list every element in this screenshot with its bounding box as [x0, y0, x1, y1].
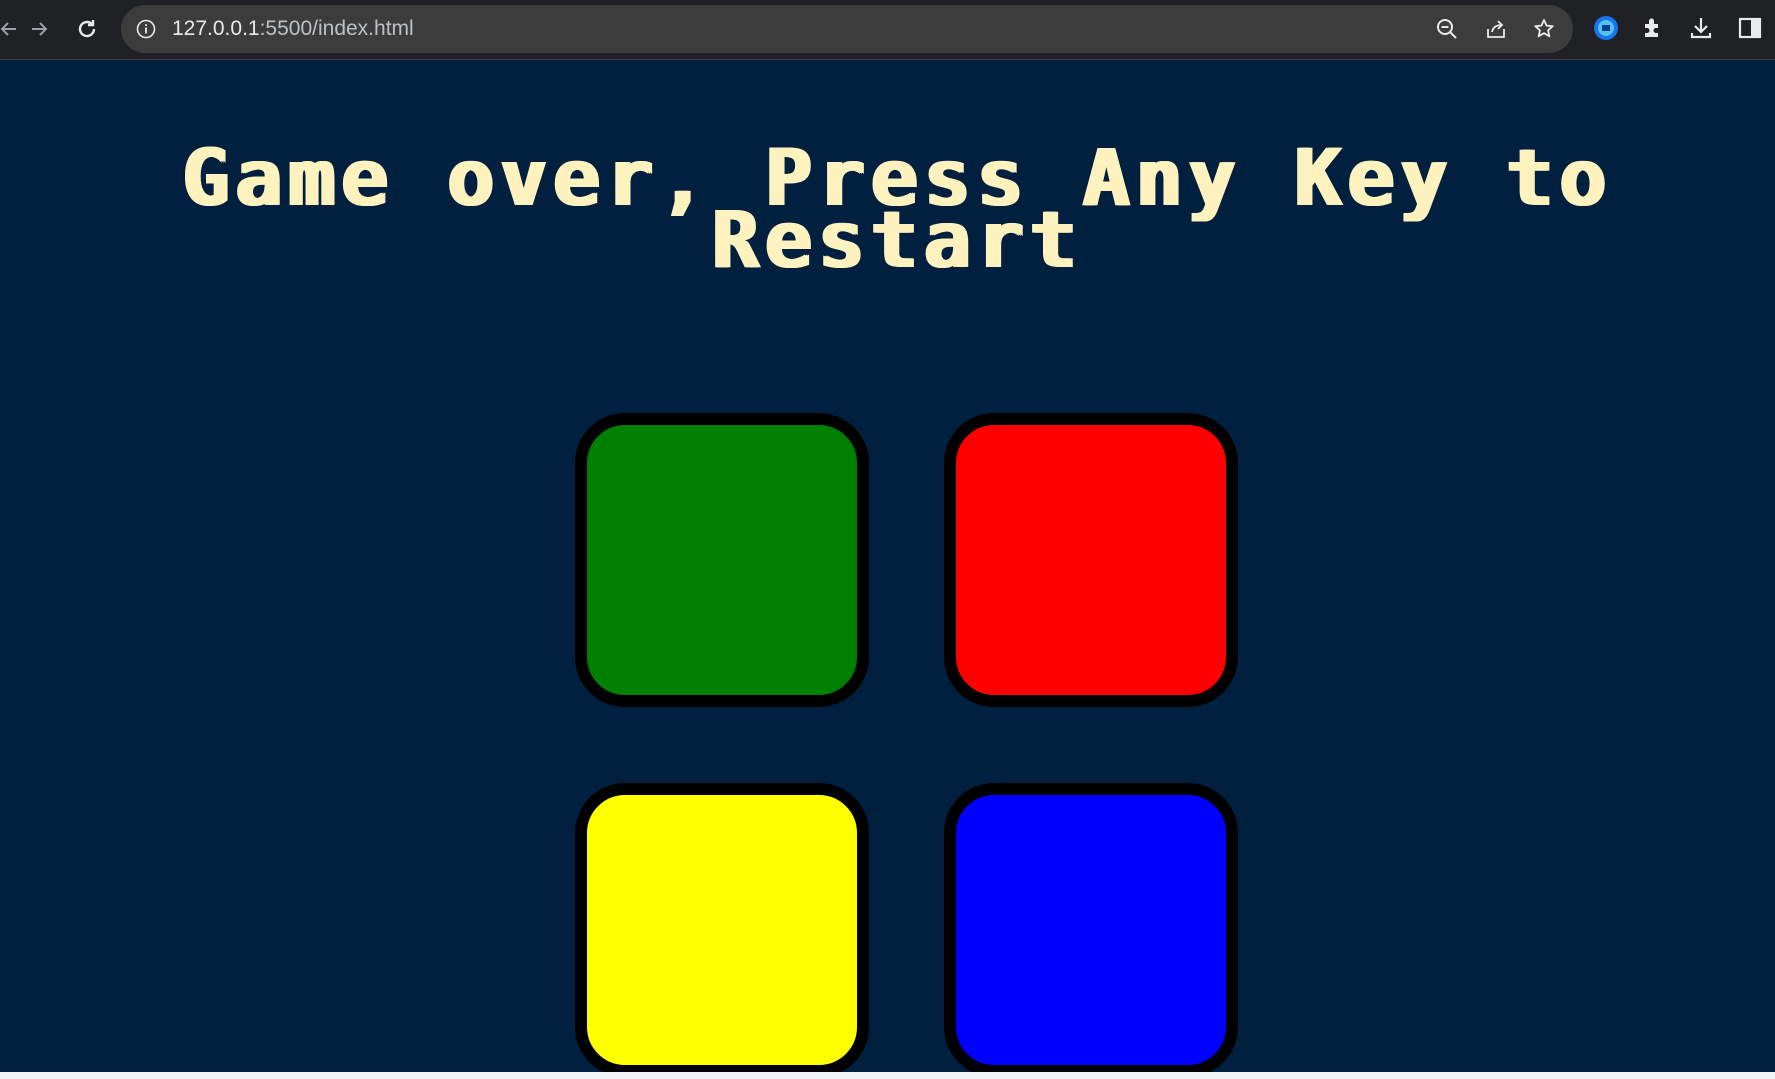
game-page: Game over, Press Any Key to Restart [0, 60, 1775, 1072]
url-path: :5500/index.html [259, 17, 414, 40]
window-bottom-edge [0, 1072, 1775, 1079]
level-title: Game over, Press Any Key to Restart [182, 134, 1613, 286]
extension-badge-icon[interactable] [1593, 15, 1619, 41]
share-icon[interactable] [1484, 17, 1508, 41]
browser-toolbar: 127.0.0.1:5500/index.html [0, 0, 1775, 60]
download-icon[interactable] [1688, 15, 1714, 41]
green-button[interactable] [575, 413, 869, 707]
url-text[interactable]: 127.0.0.1:5500/index.html [172, 17, 414, 41]
blue-button[interactable] [944, 783, 1238, 1072]
star-icon[interactable] [1532, 17, 1556, 41]
zoom-out-icon[interactable] [1435, 17, 1459, 41]
reload-icon[interactable] [70, 12, 104, 46]
side-panel-icon[interactable] [1737, 15, 1763, 41]
puzzle-icon[interactable] [1640, 15, 1666, 41]
url-host: 127.0.0.1 [172, 17, 260, 40]
info-icon[interactable] [136, 19, 156, 39]
address-bar[interactable]: 127.0.0.1:5500/index.html [121, 5, 1573, 53]
red-button[interactable] [944, 413, 1238, 707]
forward-arrow-icon[interactable] [23, 12, 57, 46]
yellow-button[interactable] [575, 783, 869, 1072]
